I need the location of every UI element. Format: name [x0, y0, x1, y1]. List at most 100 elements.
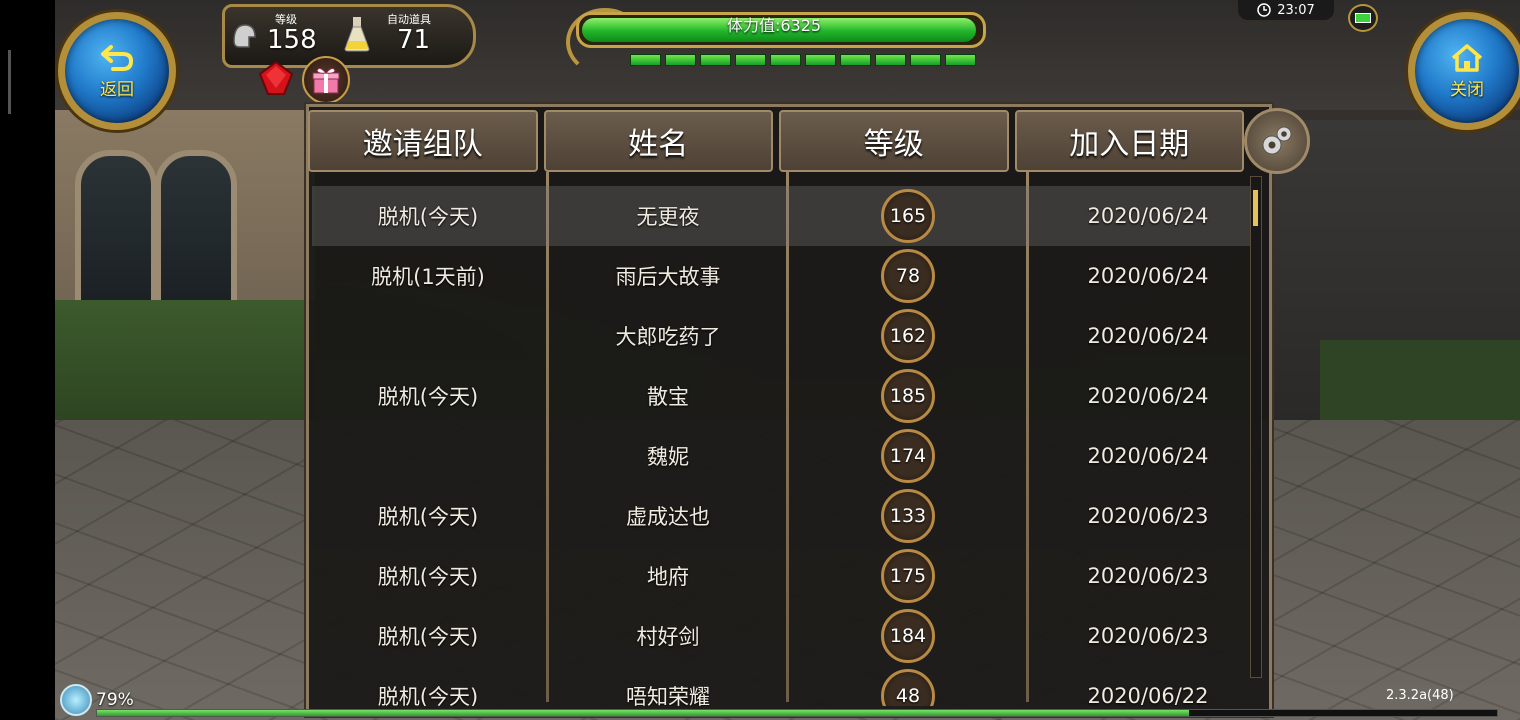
member-name: 魏妮	[647, 445, 689, 469]
level-badge: 174	[881, 429, 935, 483]
table-row[interactable]: 脱机(今天) 村好剑 184 2020/06/23	[312, 606, 1260, 666]
close-label: 关闭	[1450, 79, 1484, 100]
stamina-gauge: 体力值:6325	[566, 8, 986, 76]
header-join-date[interactable]: 加入日期	[1014, 110, 1244, 172]
scene-window-arch	[75, 150, 157, 312]
clock-time: 23:07	[1277, 2, 1315, 18]
member-level-cell: 174	[792, 426, 1024, 486]
stamina-segment	[945, 54, 976, 66]
stamina-segment	[875, 54, 906, 66]
member-status[interactable]: 脱机(今天)	[312, 366, 544, 426]
member-join-date: 2020/06/24	[1087, 204, 1209, 228]
member-list[interactable]: 脱机(今天) 无更夜 165 2020/06/24 脱机(1天前) 雨后大故事 78 2020…	[312, 186, 1260, 706]
stamina-text: 体力值:6325	[726, 16, 822, 35]
header-name[interactable]: 姓名	[543, 110, 773, 172]
member-status[interactable]: 脱机(今天)	[312, 546, 544, 606]
table-row[interactable]: 大郎吃药了 162 2020/06/24	[312, 306, 1260, 366]
table-row[interactable]: 脱机(今天) 散宝 185 2020/06/24	[312, 366, 1260, 426]
experience-bar	[96, 709, 1498, 717]
back-label: 返回	[100, 79, 134, 100]
clock-icon	[1257, 3, 1272, 17]
member-join-date: 2020/06/24	[1087, 444, 1209, 468]
auto-item-value: 71	[397, 25, 431, 55]
level-badge: 165	[881, 189, 935, 243]
settings-button[interactable]	[1244, 108, 1310, 174]
potion-icon	[344, 17, 370, 52]
level-badge: 162	[881, 309, 935, 363]
battery-icon	[1348, 4, 1378, 32]
system-edge-handle	[8, 50, 11, 114]
level-badge: 175	[881, 549, 935, 603]
member-level-cell: 185	[792, 366, 1024, 426]
member-level-cell: 133	[792, 486, 1024, 546]
table-row[interactable]: 脱机(今天) 虚成达也 133 2020/06/23	[312, 486, 1260, 546]
level-badge: 48	[881, 669, 935, 706]
member-level-cell: 184	[792, 606, 1024, 666]
scrollbar-track[interactable]	[1250, 176, 1262, 678]
red-gem-icon[interactable]	[256, 58, 296, 98]
member-status[interactable]: 脱机(今天)	[312, 486, 544, 546]
stamina-segment	[630, 54, 661, 66]
gift-icon	[312, 67, 340, 94]
loading-percent: 79%	[96, 690, 134, 710]
member-level-cell: 78	[792, 246, 1024, 306]
member-status[interactable]	[312, 306, 544, 366]
member-name: 散宝	[647, 385, 689, 409]
back-button[interactable]: 返回	[58, 12, 176, 130]
home-icon	[1451, 43, 1483, 72]
member-status[interactable]: 脱机(今天)	[312, 606, 544, 666]
clock-display: 23:07	[1238, 0, 1334, 20]
stamina-segment	[700, 54, 731, 66]
close-button[interactable]: 关闭	[1408, 12, 1520, 130]
scene-window-arch	[155, 150, 237, 312]
table-row[interactable]: 脱机(1天前) 雨后大故事 78 2020/06/24	[312, 246, 1260, 306]
member-join-date: 2020/06/24	[1087, 264, 1209, 288]
member-status[interactable]	[312, 426, 544, 486]
member-join-date: 2020/06/23	[1087, 504, 1209, 528]
member-level-cell: 162	[792, 306, 1024, 366]
gear-icon	[1262, 126, 1292, 155]
level-badge: 78	[881, 249, 935, 303]
version-label: 2.3.2a(48)	[1386, 688, 1454, 703]
stamina-segment	[735, 54, 766, 66]
member-level-cell: 48	[792, 666, 1024, 706]
member-level-cell: 175	[792, 546, 1024, 606]
scrollbar-thumb[interactable]	[1253, 190, 1258, 226]
gift-button[interactable]	[302, 56, 350, 104]
scene-grass-left	[55, 300, 315, 420]
loading-orb-icon	[60, 684, 92, 716]
table-row[interactable]: 脱机(今天) 地府 175 2020/06/23	[312, 546, 1260, 606]
member-status[interactable]: 脱机(1天前)	[312, 246, 544, 306]
stamina-segment	[770, 54, 801, 66]
member-join-date: 2020/06/24	[1087, 324, 1209, 348]
member-join-date: 2020/06/23	[1087, 624, 1209, 648]
level-badge: 184	[881, 609, 935, 663]
level-badge: 185	[881, 369, 935, 423]
member-name: 无更夜	[636, 205, 700, 229]
stamina-segments	[630, 54, 976, 66]
scene-grass-right	[1320, 340, 1520, 420]
level-value: 158	[267, 25, 317, 55]
member-name: 大郎吃药了	[615, 325, 721, 349]
stamina-segment	[805, 54, 836, 66]
header-level[interactable]: 等级	[779, 110, 1009, 172]
member-name: 地府	[647, 565, 689, 589]
member-status[interactable]: 脱机(今天)	[312, 186, 544, 246]
table-row[interactable]: 脱机(今天) 无更夜 165 2020/06/24	[312, 186, 1260, 246]
experience-bar-fill	[97, 710, 1189, 716]
stamina-segment	[665, 54, 696, 66]
member-name: 雨后大故事	[615, 265, 721, 289]
helmet-icon	[233, 24, 256, 48]
table-header: 邀请组队 姓名 等级 加入日期	[308, 110, 1244, 172]
table-row[interactable]: 魏妮 174 2020/06/24	[312, 426, 1260, 486]
table-row[interactable]: 脱机(今天) 唔知荣耀 48 2020/06/22	[312, 666, 1260, 706]
member-name: 村好剑	[636, 625, 700, 649]
member-status[interactable]: 脱机(今天)	[312, 666, 544, 706]
stamina-segment	[910, 54, 941, 66]
back-arrow-icon	[101, 44, 133, 71]
header-invite-team[interactable]: 邀请组队	[308, 110, 538, 172]
stamina-segment	[840, 54, 871, 66]
member-join-date: 2020/06/22	[1087, 684, 1209, 706]
level-badge: 133	[881, 489, 935, 543]
member-name: 虚成达也	[626, 505, 710, 529]
